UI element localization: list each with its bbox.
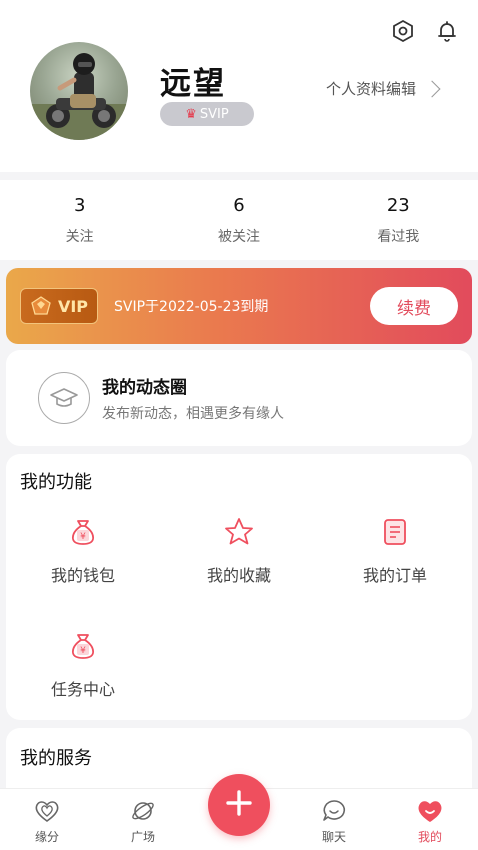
tab-label: 缘分 bbox=[34, 830, 59, 844]
stat-label: 关注 bbox=[65, 228, 94, 245]
svg-text:¥: ¥ bbox=[80, 532, 86, 542]
chevron-right-icon bbox=[423, 80, 441, 97]
func-task-center[interactable]: ¥ 任务中心 bbox=[18, 630, 148, 700]
func-favorites[interactable]: 我的收藏 bbox=[174, 516, 304, 586]
tab-label: 广场 bbox=[130, 830, 155, 844]
settings-icon[interactable] bbox=[390, 18, 416, 44]
plus-icon bbox=[224, 788, 254, 822]
diamond-icon bbox=[30, 295, 52, 317]
profile-header: 远望 ♛ SVIP 个人资料编辑 bbox=[0, 0, 478, 172]
tab-fate[interactable]: 缘分 bbox=[15, 797, 79, 845]
func-label: 任务中心 bbox=[50, 680, 115, 699]
smiling-heart-icon bbox=[416, 797, 444, 825]
tab-chat[interactable]: 聊天 bbox=[302, 797, 366, 845]
services-title: 我的服务 bbox=[20, 748, 92, 769]
svip-badge-label: SVIP bbox=[199, 106, 229, 122]
money-bag-icon: ¥ bbox=[67, 630, 99, 666]
edit-profile-label: 个人资料编辑 bbox=[325, 80, 416, 98]
stat-followers[interactable]: 6 被关注 bbox=[159, 180, 318, 260]
stat-label: 被关注 bbox=[217, 228, 260, 245]
stat-value: 23 bbox=[386, 194, 410, 216]
svg-text:¥: ¥ bbox=[80, 646, 86, 656]
bell-icon[interactable] bbox=[434, 18, 460, 44]
functions-card: 我的功能 ¥ 我的钱包 我的收藏 我的订单 ¥ 任务中心 bbox=[6, 454, 472, 720]
func-wallet[interactable]: ¥ 我的钱包 bbox=[18, 516, 148, 586]
svip-badge: ♛ SVIP bbox=[160, 102, 254, 126]
moments-title: 我的动态圈 bbox=[102, 378, 187, 398]
graduation-cap-icon bbox=[38, 372, 90, 424]
star-icon bbox=[223, 516, 255, 552]
stats-row: 3 关注 6 被关注 23 看过我 bbox=[0, 180, 478, 260]
stat-value: 6 bbox=[233, 194, 245, 216]
tab-square[interactable]: 广场 bbox=[111, 797, 175, 845]
edit-profile-link[interactable]: 个人资料编辑 bbox=[325, 78, 441, 99]
planet-icon bbox=[129, 797, 157, 825]
avatar[interactable] bbox=[30, 42, 128, 140]
func-label: 我的订单 bbox=[362, 566, 427, 585]
functions-title: 我的功能 bbox=[20, 472, 92, 493]
tab-label: 我的 bbox=[417, 830, 442, 844]
moments-text: 我的动态圈 发布新动态，相遇更多有缘人 bbox=[102, 373, 284, 423]
tab-label: 聊天 bbox=[321, 830, 346, 844]
moments-card[interactable]: 我的动态圈 发布新动态，相遇更多有缘人 bbox=[6, 350, 472, 446]
func-label: 我的钱包 bbox=[50, 566, 115, 585]
stat-label: 看过我 bbox=[377, 228, 420, 245]
vip-tag: VIP bbox=[20, 288, 98, 324]
vip-tag-label: VIP bbox=[57, 296, 89, 316]
hearts-icon bbox=[33, 797, 61, 825]
crown-icon: ♛ bbox=[185, 106, 197, 122]
stat-following[interactable]: 3 关注 bbox=[0, 180, 159, 260]
func-orders[interactable]: 我的订单 bbox=[330, 516, 460, 586]
moments-subtitle: 发布新动态，相遇更多有缘人 bbox=[102, 406, 284, 422]
stat-value: 3 bbox=[73, 194, 86, 216]
document-icon bbox=[379, 516, 411, 552]
top-actions bbox=[390, 18, 460, 44]
func-label: 我的收藏 bbox=[206, 566, 271, 585]
chat-bubble-icon bbox=[320, 797, 348, 825]
vip-banner[interactable]: VIP SVIP于2022-05-23到期 续费 bbox=[6, 268, 472, 344]
vip-expiry-text: SVIP于2022-05-23到期 bbox=[114, 299, 269, 315]
tab-me[interactable]: 我的 bbox=[398, 797, 462, 845]
stat-visitors[interactable]: 23 看过我 bbox=[319, 180, 478, 260]
renew-button[interactable]: 续费 bbox=[370, 287, 458, 325]
add-post-button[interactable] bbox=[208, 774, 270, 836]
money-bag-icon: ¥ bbox=[67, 516, 99, 552]
username: 远望 bbox=[160, 66, 226, 102]
